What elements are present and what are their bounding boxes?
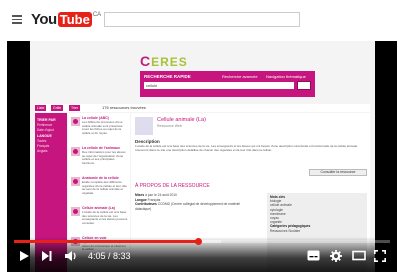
progress-bar[interactable]: [14, 238, 390, 245]
result-text: L'étude de la cellule est à la base des …: [82, 211, 128, 225]
resource-icon: [71, 207, 80, 216]
facet-item: Français: [37, 144, 50, 148]
ceres-search-input: cellule: [144, 82, 294, 89]
resource-icon: [71, 177, 80, 186]
results-tab: Liste: [35, 105, 47, 111]
consult-button: Consulter la ressource: [309, 169, 367, 176]
result-title: La cellule de l'animaux: [82, 146, 120, 150]
resource-icon: [71, 147, 80, 156]
ceres-advanced-link: Recherche avancée: [222, 74, 258, 79]
facet-heading: LANGUE: [37, 134, 52, 138]
resource-description: L'étude de la cellule est à la base des …: [135, 144, 358, 152]
list-item: La cellule (ABC) Les différents processu…: [68, 115, 130, 143]
facet-item: Anglais: [37, 149, 48, 153]
menu-icon[interactable]: [12, 15, 22, 24]
results-count: 176 ressources trouvées: [102, 105, 146, 110]
result-title: Anatomie de la cellule: [82, 176, 119, 180]
category-value: Ressources Scolaire: [270, 228, 301, 233]
result-text: Les différents processus d'une cellule a…: [82, 121, 124, 135]
meta-key: Langue: [135, 197, 147, 202]
progress-scrubber[interactable]: [194, 238, 202, 245]
facet-item: Toutes: [37, 139, 47, 143]
time-current: 4:05: [88, 251, 106, 261]
meta-value: Français: [147, 197, 161, 202]
masthead: You Tube CA: [0, 0, 398, 38]
results-tab: Grille: [51, 105, 64, 111]
ceres-search-panel: RECHERCHE RAPIDE Recherche avancée Navig…: [140, 71, 315, 97]
ceres-search-label: RECHERCHE RAPIDE: [144, 74, 191, 79]
ceres-thematic-link: Navigation thématique: [266, 74, 306, 79]
fullscreen-icon[interactable]: [374, 250, 386, 262]
time-total: 8:33: [113, 251, 131, 261]
facet-item: Date d'ajout: [37, 128, 54, 132]
resource-icon: [71, 117, 80, 126]
result-title: Cellule animale (La): [82, 206, 115, 210]
volume-icon[interactable]: [65, 250, 78, 262]
settings-gear-icon[interactable]: [330, 250, 342, 262]
progress-played: [14, 240, 199, 243]
resource-meta: Mises à jour le 24 août 2010 Langue Fran…: [135, 193, 255, 211]
result-title: La cellule (ABC): [82, 116, 109, 120]
results-tab: Trier: [69, 105, 81, 111]
meta-value: à jour le 24 août 2010: [145, 193, 177, 197]
search-input[interactable]: [104, 12, 300, 27]
meta-key: Contributeurs: [135, 202, 157, 206]
facet-item: Pertinence: [37, 123, 53, 127]
captions-icon[interactable]: [307, 250, 320, 261]
resource-thumbnail: [135, 117, 153, 135]
ceres-logo: CERES: [140, 53, 188, 69]
ceres-logo-initial: C: [140, 53, 152, 69]
play-icon[interactable]: [18, 250, 30, 262]
logo-you: You: [31, 11, 57, 28]
logo-tube: Tube: [57, 12, 92, 27]
list-item: Cellule animale (La) L'étude de la cellu…: [68, 205, 130, 233]
youtube-logo[interactable]: You Tube CA: [31, 11, 101, 28]
results-bar: Liste Grille Trier 176 ressources trouvé…: [35, 104, 370, 112]
result-text: Des informations pour les élèves au suje…: [82, 151, 126, 165]
ceres-search-button: [297, 81, 311, 90]
list-item: Anatomie de la cellule Etude complète de…: [68, 175, 130, 203]
meta-row: Contributeurs CCDMD (Centre collégial de…: [135, 202, 255, 211]
video-player[interactable]: CERES RECHERCHE RAPIDE Recherche avancée…: [7, 41, 397, 272]
resource-title: Cellule animale (La): [157, 117, 206, 123]
list-item: La cellule de l'animaux Des informations…: [68, 145, 130, 173]
meta-key: Mises: [135, 193, 145, 197]
ceres-logo-text: ERES: [151, 55, 188, 69]
logo-region: CA: [92, 12, 102, 18]
about-heading: À PROPOS DE LA RESSOURCE: [135, 183, 210, 189]
result-text: Etude complète des différents organites …: [82, 181, 127, 195]
resource-subtitle: Ressource Web: [157, 124, 182, 128]
next-icon[interactable]: [41, 250, 53, 262]
time-display: 4:05 / 8:33: [88, 251, 131, 261]
facet-heading: TRIER PAR: [37, 118, 56, 122]
theater-mode-icon[interactable]: [352, 250, 366, 261]
